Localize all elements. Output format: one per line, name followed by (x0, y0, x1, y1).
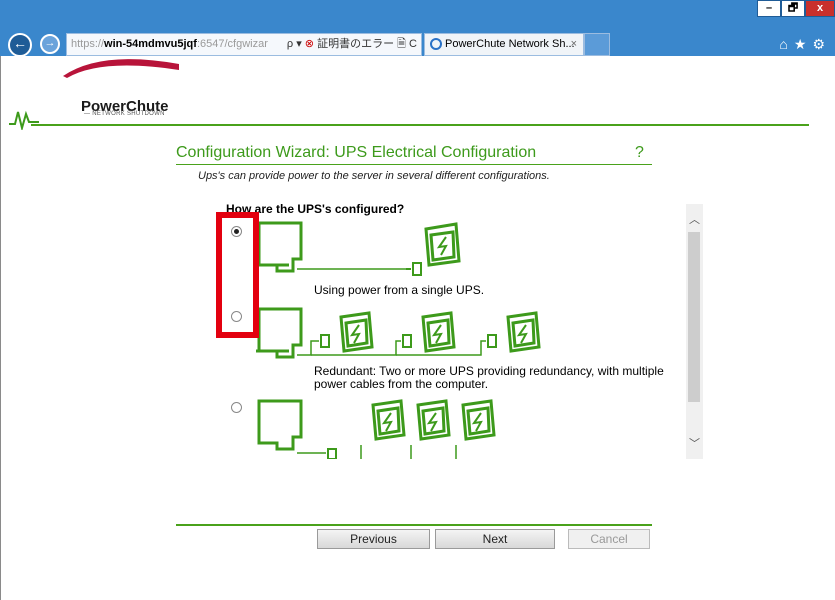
close-window-button[interactable]: x (805, 0, 835, 17)
address-prefix: https:// (71, 38, 105, 50)
ie-icon (430, 38, 442, 50)
option-single-ups-label[interactable]: Using power from a single UPS. (314, 284, 484, 297)
scroll-up-icon[interactable]: ︿ (686, 212, 703, 229)
window-controls: – 🗗 x (757, 0, 835, 17)
wizard-intro: Ups's can provide power to the server in… (198, 170, 550, 182)
logo-swoosh-icon (63, 59, 179, 78)
forward-button[interactable]: → (40, 34, 60, 54)
scroll-thumb[interactable] (688, 232, 700, 402)
option-parallel-radio[interactable] (231, 402, 242, 413)
search-icon[interactable]: ρ ▾ (287, 38, 302, 50)
restore-button[interactable]: 🗗 (781, 0, 805, 17)
help-link[interactable]: ? (635, 144, 644, 162)
browser-tab[interactable]: PowerChute Network Sh... × (424, 33, 584, 56)
options-scrollbar[interactable]: ︿ ﹀ (686, 204, 703, 459)
parallel-ups-diagram-icon (257, 399, 496, 459)
wizard-title: Configuration Wizard: UPS Electrical Con… (176, 144, 537, 161)
next-button[interactable]: Next (435, 529, 555, 549)
browser-tools: ⌂★⚙ (779, 36, 831, 53)
certificate-error-icon[interactable]: ⊗ (305, 38, 314, 50)
refresh-icon[interactable]: 🗎 C (397, 38, 417, 50)
highlight-box (216, 212, 259, 338)
options-panel: Using power from a single UPS. Redundant… (226, 219, 686, 459)
back-button[interactable]: ← (8, 33, 32, 57)
favorites-icon[interactable]: ★ (794, 36, 813, 52)
option-redundant-label[interactable]: Redundant: Two or more UPS providing red… (314, 365, 664, 391)
redundant-ups-diagram-icon (256, 307, 541, 359)
new-tab-button[interactable] (584, 33, 610, 56)
scroll-down-icon[interactable]: ﹀ (686, 436, 703, 453)
cancel-button[interactable]: Cancel (568, 529, 650, 549)
logo-subtitle: — NETWORK SHUTDOWN (84, 111, 165, 117)
home-icon[interactable]: ⌂ (779, 36, 793, 52)
gear-icon[interactable]: ⚙ (812, 36, 831, 52)
address-controls: ρ ▾ ⊗ 証明書のエラー 🗎 C (287, 34, 417, 55)
certificate-error-label[interactable]: 証明書のエラー (317, 38, 394, 50)
title-divider (176, 164, 652, 165)
address-host: win-54mdmvu5jqf (104, 38, 197, 50)
browser-chrome: – 🗗 x ← → https://win-54mdmvu5jqf:6547/c… (0, 0, 835, 57)
single-ups-diagram-icon (256, 221, 461, 276)
page-content: PowerChute — NETWORK SHUTDOWN Configurat… (0, 56, 835, 600)
address-path: :6547/cfgwizar (196, 38, 268, 50)
tab-title: PowerChute Network Sh... (445, 38, 575, 50)
previous-button[interactable]: Previous (317, 529, 430, 549)
ecg-logo-icon (9, 110, 39, 130)
address-bar[interactable]: https://win-54mdmvu5jqf:6547/cfgwizar ρ … (66, 33, 422, 56)
header-divider (31, 124, 809, 126)
minimize-button[interactable]: – (757, 0, 781, 17)
footer-divider (176, 524, 652, 526)
tab-close-icon[interactable]: × (571, 34, 577, 55)
